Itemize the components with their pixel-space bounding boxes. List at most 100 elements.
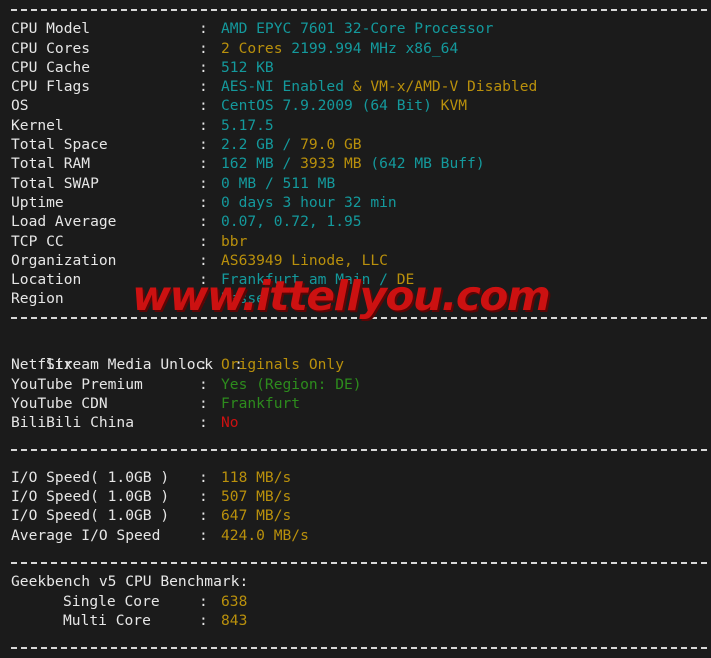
- row-label: YouTube CDN: [11, 394, 108, 412]
- colon: :: [199, 193, 208, 211]
- colon: :: [199, 526, 208, 544]
- system-info-row: Total SWAP:0 MB / 511 MB: [0, 174, 711, 193]
- row-value: AES-NI Enabled: [221, 78, 345, 96]
- colon: :: [199, 97, 208, 115]
- system-info-row: Kernel:5.17.5: [0, 116, 711, 135]
- io-speed-row: Average I/O Speed:424.0 MB/s: [0, 526, 711, 545]
- geekbench-title: Geekbench v5 CPU Benchmark:: [11, 573, 249, 591]
- system-info-row: Total Space:2.2 GB / 79.0 GB: [0, 135, 711, 154]
- colon: :: [199, 394, 208, 412]
- row-label: Region: [11, 290, 64, 308]
- dash-line: [11, 646, 711, 649]
- row-value: /: [282, 155, 301, 173]
- stream-media-row: BiliBili China: No: [0, 413, 711, 432]
- colon: :: [199, 507, 208, 525]
- row-value: 2199.994 MHz x86_64: [291, 39, 459, 57]
- system-info-row: CPU Flags: AES-NI Enabled & VM-x/AMD-V Di…: [0, 77, 711, 96]
- row-value: Hesse: [221, 290, 265, 308]
- colon: :: [199, 136, 208, 154]
- geekbench-row: Multi Core:843: [0, 611, 711, 630]
- row-label: BiliBili China: [11, 414, 135, 432]
- colon: :: [199, 20, 208, 38]
- dash-line: [11, 449, 711, 452]
- colon: :: [199, 58, 208, 76]
- row-label: Kernel: [11, 116, 64, 134]
- row-label: Total RAM: [11, 155, 91, 173]
- row-label: I/O Speed( 1.0GB ): [11, 488, 170, 506]
- stream-media-section: Netflix: Originals Only YouTube Premium: Ye…: [0, 355, 711, 432]
- system-info-row: Load Average:0.07, 0.72, 1.95: [0, 212, 711, 231]
- divider-after-io: [0, 553, 711, 572]
- divider-after-sysinfo: [0, 309, 711, 328]
- row-value: 507 MB/s: [221, 488, 292, 506]
- colon: :: [199, 356, 208, 374]
- row-label: I/O Speed( 1.0GB ): [11, 468, 170, 486]
- row-value: Frankfurt: [221, 394, 301, 412]
- colon: :: [199, 488, 208, 506]
- row-value: 647 MB/s: [221, 507, 292, 525]
- system-info-row: Uptime:0 days 3 hour 32 min: [0, 193, 711, 212]
- system-info-row: Location: Frankfurt am Main / DE: [0, 270, 711, 289]
- row-label: Load Average: [11, 213, 117, 231]
- colon: :: [199, 611, 208, 629]
- row-value: No: [221, 414, 239, 432]
- row-label: CPU Flags: [11, 78, 91, 96]
- colon: :: [199, 271, 208, 289]
- divider-after-stream: [0, 441, 711, 460]
- row-value: 424.0 MB/s: [221, 526, 309, 544]
- colon: :: [199, 78, 208, 96]
- system-info-section: CPU Model: AMD EPYC 7601 32-Core Processo…: [0, 19, 711, 308]
- row-value: Yes (Region: DE): [221, 375, 362, 393]
- row-label: Multi Core: [63, 611, 151, 629]
- row-value: 638: [221, 592, 248, 610]
- row-value: /: [264, 174, 283, 192]
- row-value: Frankfurt am Main: [221, 271, 380, 289]
- row-value: 3933 MB: [300, 155, 371, 173]
- row-value: AS63949 Linode, LLC: [221, 251, 388, 269]
- row-value: Originals Only: [221, 356, 345, 374]
- row-label: Location: [11, 271, 82, 289]
- row-value: 0 days 3 hour 32 min: [221, 193, 397, 211]
- row-value: (642 MB Buff): [370, 155, 485, 173]
- io-speed-row: I/O Speed( 1.0GB ):647 MB/s: [0, 506, 711, 525]
- row-label: Single Core: [63, 592, 160, 610]
- colon: :: [199, 213, 208, 231]
- colon: :: [199, 155, 208, 173]
- row-value: &: [344, 78, 371, 96]
- row-value: 162 MB: [221, 155, 283, 173]
- io-speed-row: I/O Speed( 1.0GB ):507 MB/s: [0, 487, 711, 506]
- dash-line: [11, 317, 711, 320]
- system-info-row: Total RAM:162 MB / 3933 MB (642 MB Buff): [0, 154, 711, 173]
- colon: :: [199, 174, 208, 192]
- row-label: TCP CC: [11, 232, 64, 250]
- system-info-row: CPU Cache:512 KB: [0, 58, 711, 77]
- colon: :: [199, 290, 208, 308]
- row-value: /: [282, 136, 301, 154]
- colon: :: [199, 116, 208, 134]
- colon: :: [199, 592, 208, 610]
- dash-line: [11, 8, 711, 11]
- system-info-row: Region: Hesse: [0, 289, 711, 308]
- row-label: Total Space: [11, 136, 108, 154]
- row-label: Uptime: [11, 193, 64, 211]
- geekbench-row: Single Core:638: [0, 592, 711, 611]
- row-value: 512 KB: [221, 58, 274, 76]
- row-value: 118 MB/s: [221, 468, 292, 486]
- row-label: Netflix: [11, 356, 73, 374]
- stream-media-header-row: Stream Media Unlock:: [0, 336, 711, 373]
- colon: :: [199, 251, 208, 269]
- divider-top: [0, 0, 711, 19]
- row-value: 5.17.5: [221, 116, 274, 134]
- row-label: OS: [11, 97, 29, 115]
- row-label: Average I/O Speed: [11, 526, 161, 544]
- io-speed-section: I/O Speed( 1.0GB ):118 MB/s I/O Speed( 1.…: [0, 468, 711, 545]
- row-value: 843: [221, 611, 248, 629]
- stream-media-row: YouTube Premium: Yes (Region: DE): [0, 375, 711, 394]
- io-speed-row: I/O Speed( 1.0GB ):118 MB/s: [0, 468, 711, 487]
- system-info-row: TCP CC: bbr: [0, 232, 711, 251]
